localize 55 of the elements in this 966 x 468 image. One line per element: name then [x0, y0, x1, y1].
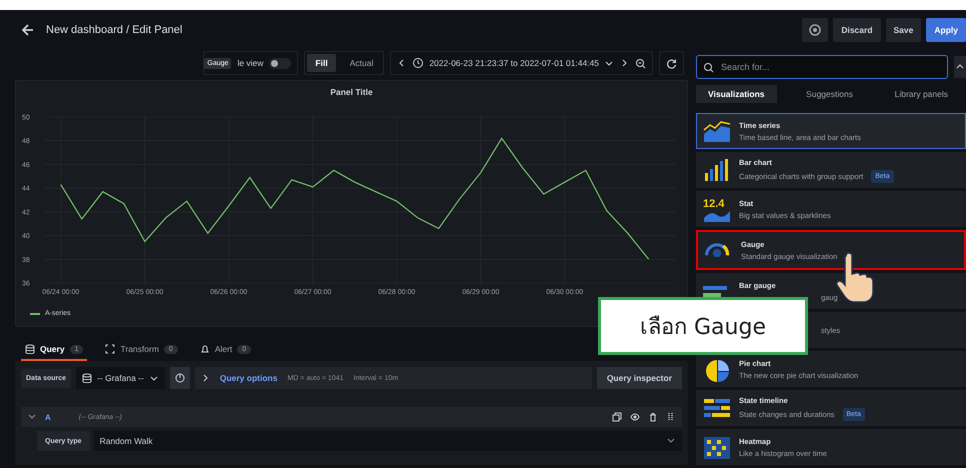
panel-title: Panel Title [329, 87, 374, 97]
toggle-label: le view [237, 58, 264, 68]
annotation-tooltip: เลือก Gauge [598, 297, 808, 355]
drag-handle-icon[interactable] [666, 412, 676, 422]
header-button[interactable]: Discard [833, 18, 881, 42]
fit-mode-option[interactable]: Fill [307, 54, 336, 72]
transform-icon [105, 344, 116, 354]
settings-icon [808, 23, 822, 37]
picker-tab[interactable]: Suggestions [794, 85, 865, 103]
query-options-link[interactable]: Query options [220, 373, 278, 383]
back-arrow-icon[interactable] [20, 23, 34, 37]
search-icon [703, 62, 714, 72]
tab-label: Transform [120, 344, 159, 354]
line-chart-icon [703, 120, 731, 144]
area-chart-icon [703, 210, 731, 222]
search-input[interactable]: Search for... [719, 61, 923, 73]
fit-mode-option[interactable]: Actual [342, 54, 382, 72]
search-field[interactable]: Search for... [696, 55, 948, 79]
chevron-right-icon[interactable] [620, 58, 629, 68]
table-view-switch[interactable] [269, 58, 292, 68]
options-button[interactable] [170, 367, 190, 389]
tab-label: Alert [214, 344, 232, 354]
tab-label: Query [40, 344, 65, 354]
power-icon [174, 372, 186, 384]
database-icon [25, 344, 35, 354]
select-value: Random Walk [100, 436, 153, 446]
chevron-left-icon[interactable] [397, 58, 406, 68]
pie-chart-icon [703, 358, 731, 382]
time-range-text: 2022-06-23 21:23:37 to 2022-07-01 01:44:45 [429, 58, 599, 68]
duplicate-icon[interactable] [612, 412, 622, 422]
clock-icon [412, 57, 424, 69]
data-source-picker[interactable]: -- Grafana -- [76, 367, 165, 389]
eye-icon[interactable] [630, 412, 640, 422]
bell-icon [200, 344, 210, 354]
refresh-icon[interactable] [666, 58, 677, 68]
trash-icon[interactable] [648, 412, 658, 422]
query-inspector-button[interactable]: Query inspector [596, 367, 682, 389]
gauge-icon [705, 243, 729, 257]
collapse-button[interactable] [954, 56, 966, 78]
picker-tab[interactable]: Library panels [882, 85, 960, 103]
query-type-select[interactable]: Random Walk [94, 431, 682, 451]
heatmap-icon [703, 436, 731, 460]
chevron-right-icon [200, 373, 210, 383]
settings-button[interactable] [802, 18, 828, 42]
zoom-out-icon[interactable] [635, 58, 646, 68]
header-button[interactable]: Apply [926, 18, 966, 42]
database-icon [82, 373, 92, 383]
picker-tab[interactable]: Visualizations [696, 85, 777, 103]
stat-value-text: 12.4 [703, 199, 726, 210]
header-button[interactable]: Save [886, 18, 922, 42]
bar-chart-icon [703, 159, 731, 183]
window-title: New dashboard / Edit Panel [46, 24, 184, 36]
query-ref: A [45, 412, 51, 422]
data-source-name: -- Grafana -- [97, 373, 144, 383]
horizontal-bars-icon [703, 286, 727, 296]
